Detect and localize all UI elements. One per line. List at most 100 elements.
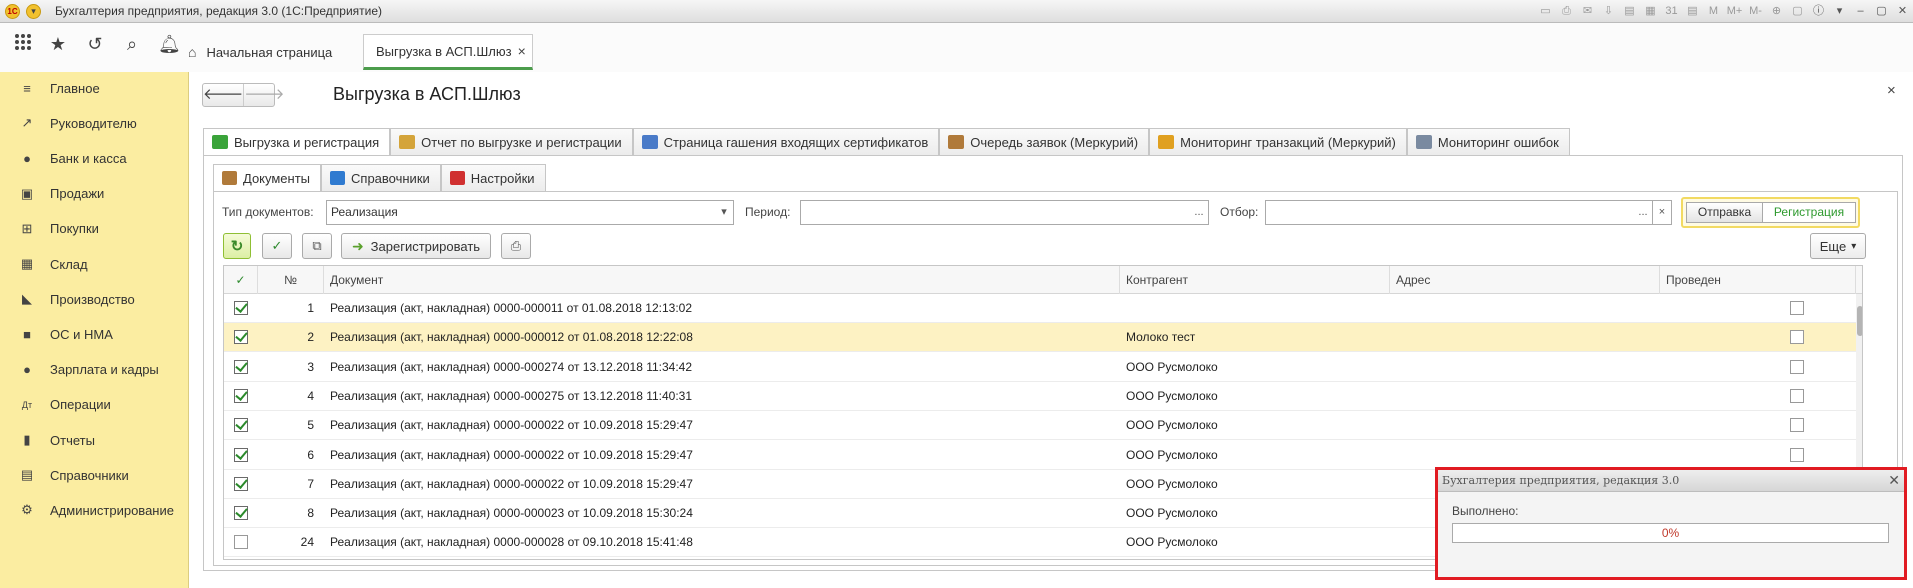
row-posted-checkbox[interactable] <box>1790 301 1804 315</box>
row-posted-checkbox[interactable] <box>1790 418 1804 433</box>
row-checkbox[interactable] <box>234 476 248 491</box>
sidebar-item-5[interactable]: ▦ Склад <box>0 251 189 277</box>
period-field[interactable] <box>800 200 1191 225</box>
tab-errors-monitor[interactable]: Мониторинг ошибок <box>1406 128 1570 155</box>
sidebar-item-2[interactable]: ● Банк и касса <box>0 145 189 171</box>
tab-export-asp[interactable]: Выгрузка в АСП.Шлюз × <box>363 34 533 70</box>
table-row[interactable]: 3 Реализация (акт, накладная) 0000-000274… <box>224 353 1856 382</box>
period-select-button[interactable]: ... <box>1190 200 1209 225</box>
apps-icon[interactable] <box>12 33 34 55</box>
bag-icon: ▣ <box>20 185 34 201</box>
window-tool-1[interactable]: ▭ <box>1535 3 1556 20</box>
window-tool-calendar[interactable]: 31 <box>1661 3 1682 20</box>
window-tool-zoom[interactable]: ⊕ <box>1766 3 1787 20</box>
tab-start-page[interactable]: ⌂ Начальная страница <box>188 36 332 68</box>
filter-clear-icon[interactable]: × <box>1653 200 1672 225</box>
history-icon[interactable]: ↺ <box>84 33 106 55</box>
filter-field[interactable] <box>1265 200 1635 225</box>
back-arrow-icon[interactable]: 🡐 <box>203 84 243 106</box>
table-row[interactable]: 5 Реализация (акт, накладная) 0000-000022… <box>224 411 1856 441</box>
sidebar-item-0[interactable]: ≡ Главное <box>0 75 189 101</box>
refresh-button[interactable]: ↻ <box>223 233 251 259</box>
sidebar: ≡ Главное ↗ Руководителю ● Банк и касса ▣ Прода… <box>0 72 189 588</box>
dialog-close-icon[interactable]: ✕ <box>1888 470 1900 492</box>
tab-settings[interactable]: Настройки <box>440 164 546 191</box>
copy-button[interactable]: ⧉ <box>302 233 332 259</box>
row-checkbox[interactable] <box>234 418 248 433</box>
window-tool-mail[interactable]: ✉ <box>1577 3 1598 20</box>
window-tool-notes[interactable]: ▤ <box>1682 3 1703 20</box>
tab-close-icon[interactable]: × <box>518 43 526 59</box>
print-button[interactable]: ⎙ <box>501 233 531 259</box>
row-checkbox[interactable] <box>234 535 248 550</box>
row-checkbox[interactable] <box>234 301 248 315</box>
close-window-icon[interactable]: ✕ <box>1892 3 1913 20</box>
register-button[interactable]: ➜ Зарегистрировать <box>341 233 491 259</box>
sidebar-item-9[interactable]: Дт Операции <box>0 392 189 418</box>
close-form-icon[interactable]: × <box>1887 82 1896 99</box>
sidebar-item-12[interactable]: ⚙ Администрирование <box>0 497 189 523</box>
doc-type-field[interactable]: Реализация <box>326 200 716 225</box>
row-checkbox[interactable] <box>234 506 248 521</box>
tab-requests-queue[interactable]: Очередь заявок (Меркурий) <box>939 128 1150 155</box>
col-posted[interactable]: Проведен <box>1660 266 1856 294</box>
row-posted-checkbox[interactable] <box>1790 388 1804 403</box>
doc-type-dropdown-icon[interactable]: ▾ <box>715 200 734 225</box>
sidebar-item-4[interactable]: ⊞ Покупки <box>0 216 189 242</box>
col-document[interactable]: Документ <box>324 266 1120 294</box>
star-icon[interactable]: ★ <box>47 33 69 55</box>
forward-arrow-icon[interactable]: 🡒 <box>243 84 284 106</box>
info-icon[interactable]: ⓘ <box>1808 3 1829 20</box>
row-checkbox[interactable] <box>234 359 248 374</box>
info-dropdown-icon[interactable]: ▾ <box>1829 3 1850 20</box>
sidebar-item-8[interactable]: ● Зарплата и кадры <box>0 357 189 383</box>
window-tool-print[interactable]: ⎙ <box>1556 3 1577 20</box>
tab-transactions-monitor[interactable]: Мониторинг транзакций (Меркурий) <box>1149 128 1407 155</box>
sidebar-item-10[interactable]: ▮ Отчеты <box>0 427 189 453</box>
row-posted-checkbox[interactable] <box>1790 359 1804 374</box>
tab-export-registration[interactable]: Выгрузка и регистрация <box>203 128 391 155</box>
col-address[interactable]: Адрес <box>1390 266 1660 294</box>
row-checkbox[interactable] <box>234 330 248 345</box>
window-tool-memory-minus[interactable]: M- <box>1745 3 1766 20</box>
col-counterparty[interactable]: Контрагент <box>1120 266 1390 294</box>
check-all-button[interactable]: ✓ <box>262 233 292 259</box>
more-button[interactable]: Еще ▾ <box>1810 233 1866 259</box>
window-tool-download[interactable]: ⇩ <box>1598 3 1619 20</box>
table-row[interactable]: 4 Реализация (акт, накладная) 0000-000275… <box>224 382 1856 411</box>
window-tool-memory[interactable]: M <box>1703 3 1724 20</box>
table-row[interactable]: 2 Реализация (акт, накладная) 0000-000012… <box>224 323 1856 353</box>
minimize-icon[interactable]: – <box>1850 3 1871 20</box>
header-check-all[interactable]: ✓ <box>224 266 258 294</box>
table-row[interactable]: 6 Реализация (акт, накладная) 0000-000022… <box>224 441 1856 470</box>
scrollbar-thumb[interactable] <box>1857 306 1862 336</box>
row-checkbox[interactable] <box>234 447 248 462</box>
sidebar-item-3[interactable]: ▣ Продажи <box>0 181 189 207</box>
row-posted-checkbox[interactable] <box>1790 330 1804 345</box>
bell-icon[interactable]: 🔔︎ <box>158 33 181 55</box>
mode-send-button[interactable]: Отправка <box>1686 202 1763 223</box>
sidebar-item-1[interactable]: ↗ Руководителю <box>0 110 189 136</box>
sidebar-item-7[interactable]: ■ ОС и НМА <box>0 321 189 347</box>
tab-export-report[interactable]: Отчет по выгрузке и регистрации <box>390 128 633 155</box>
search-icon[interactable]: ⌕ <box>121 33 143 55</box>
main-menu-button[interactable]: ▾ <box>26 3 41 19</box>
tab-certificates[interactable]: Страница гашения входящих сертификатов <box>632 128 940 155</box>
row-checkbox[interactable] <box>234 388 248 403</box>
window-tool-calc[interactable]: ▦ <box>1640 3 1661 20</box>
row-posted-checkbox[interactable] <box>1790 447 1804 462</box>
window-tool-panel[interactable]: ▢ <box>1787 3 1808 20</box>
tab-icon <box>449 171 465 185</box>
window-tool-list[interactable]: ▤ <box>1619 3 1640 20</box>
col-num[interactable]: № <box>258 266 324 294</box>
maximize-icon[interactable]: ▢ <box>1871 3 1892 20</box>
sidebar-item-6[interactable]: ◣ Производство <box>0 286 189 312</box>
sidebar-item-11[interactable]: ▤ Справочники <box>0 462 189 488</box>
filter-select-button[interactable]: ... <box>1634 200 1653 225</box>
tab-catalogs[interactable]: Справочники <box>321 164 441 191</box>
table-row[interactable]: 1 Реализация (акт, накладная) 0000-000011… <box>224 294 1856 323</box>
title-tools: ▭ ⎙ ✉ ⇩ ▤ ▦ 31 ▤ M M+ M- ⊕ ▢ ⓘ ▾ – ▢ ✕ <box>1535 0 1913 23</box>
mode-register-button[interactable]: Регистрация <box>1763 202 1856 223</box>
tab-documents[interactable]: Документы <box>213 164 322 191</box>
window-tool-memory-plus[interactable]: M+ <box>1724 3 1745 20</box>
